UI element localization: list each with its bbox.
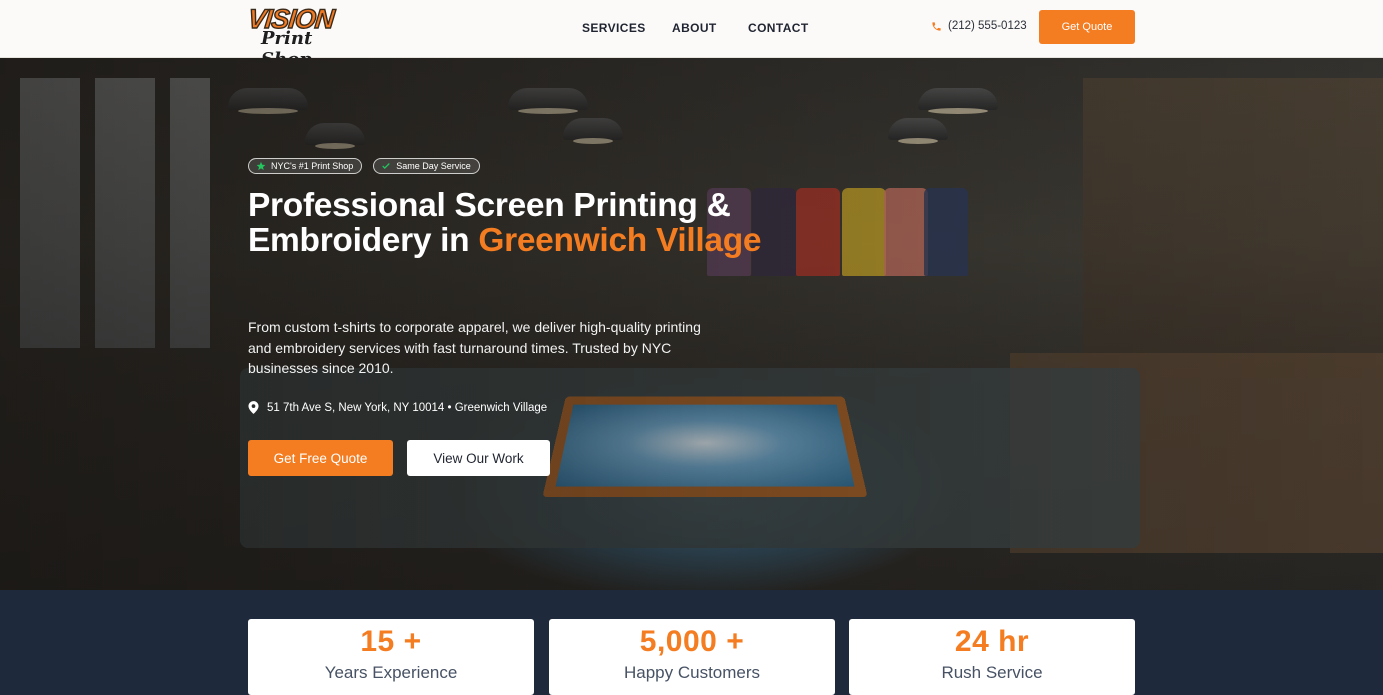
hero-address: 51 7th Ave S, New York, NY 10014 • Green… <box>248 401 547 414</box>
headline-accent: Greenwich Village <box>478 222 762 259</box>
stat-value: 5,000 + <box>639 625 745 658</box>
stat-card-experience: 15 + Years Experience <box>248 619 534 695</box>
nav-link-contact[interactable]: CONTACT <box>748 21 809 35</box>
phone-number: (212) 555-0123 <box>948 20 1027 32</box>
stat-value: 15 + <box>360 625 422 658</box>
site-header: VISION Print Shop SERVICES ABOUT CONTACT… <box>0 0 1383 70</box>
star-icon <box>256 161 266 171</box>
phone-icon <box>932 21 941 31</box>
view-our-work-button[interactable]: View Our Work <box>407 440 550 476</box>
nav-link-services[interactable]: SERVICES <box>582 21 646 35</box>
hero-subtitle: From custom t-shirts to corporate appare… <box>248 319 701 376</box>
check-icon <box>382 163 391 169</box>
hero-headline: Professional Screen Printing & Embroider… <box>248 187 762 259</box>
badge-top-shop: NYC's #1 Print Shop <box>248 158 363 174</box>
hero-section: NYC's #1 Print Shop Same Day Service Pro… <box>0 58 1383 590</box>
stat-label: Years Experience <box>324 663 458 682</box>
stat-card-rush: 24 hr Rush Service <box>849 619 1135 695</box>
stat-label: Happy Customers <box>623 663 761 682</box>
stat-label: Rush Service <box>941 663 1043 682</box>
get-free-quote-button[interactable]: Get Free Quote <box>248 440 393 476</box>
badge-same-day: Same Day Service <box>373 158 480 174</box>
stats-section: 15 + Years Experience 5,000 + Happy Cust… <box>0 590 1383 695</box>
get-quote-button[interactable]: Get Quote <box>1039 10 1135 44</box>
map-pin-icon <box>248 401 259 414</box>
stat-value: 24 hr <box>954 625 1030 658</box>
logo[interactable]: VISION Print Shop <box>246 3 358 70</box>
hero-badges: NYC's #1 Print Shop Same Day Service <box>248 158 480 174</box>
phone-link[interactable]: (212) 555-0123 <box>931 20 1027 32</box>
nav-link-about[interactable]: ABOUT <box>672 21 717 35</box>
stat-card-customers: 5,000 + Happy Customers <box>549 619 835 695</box>
